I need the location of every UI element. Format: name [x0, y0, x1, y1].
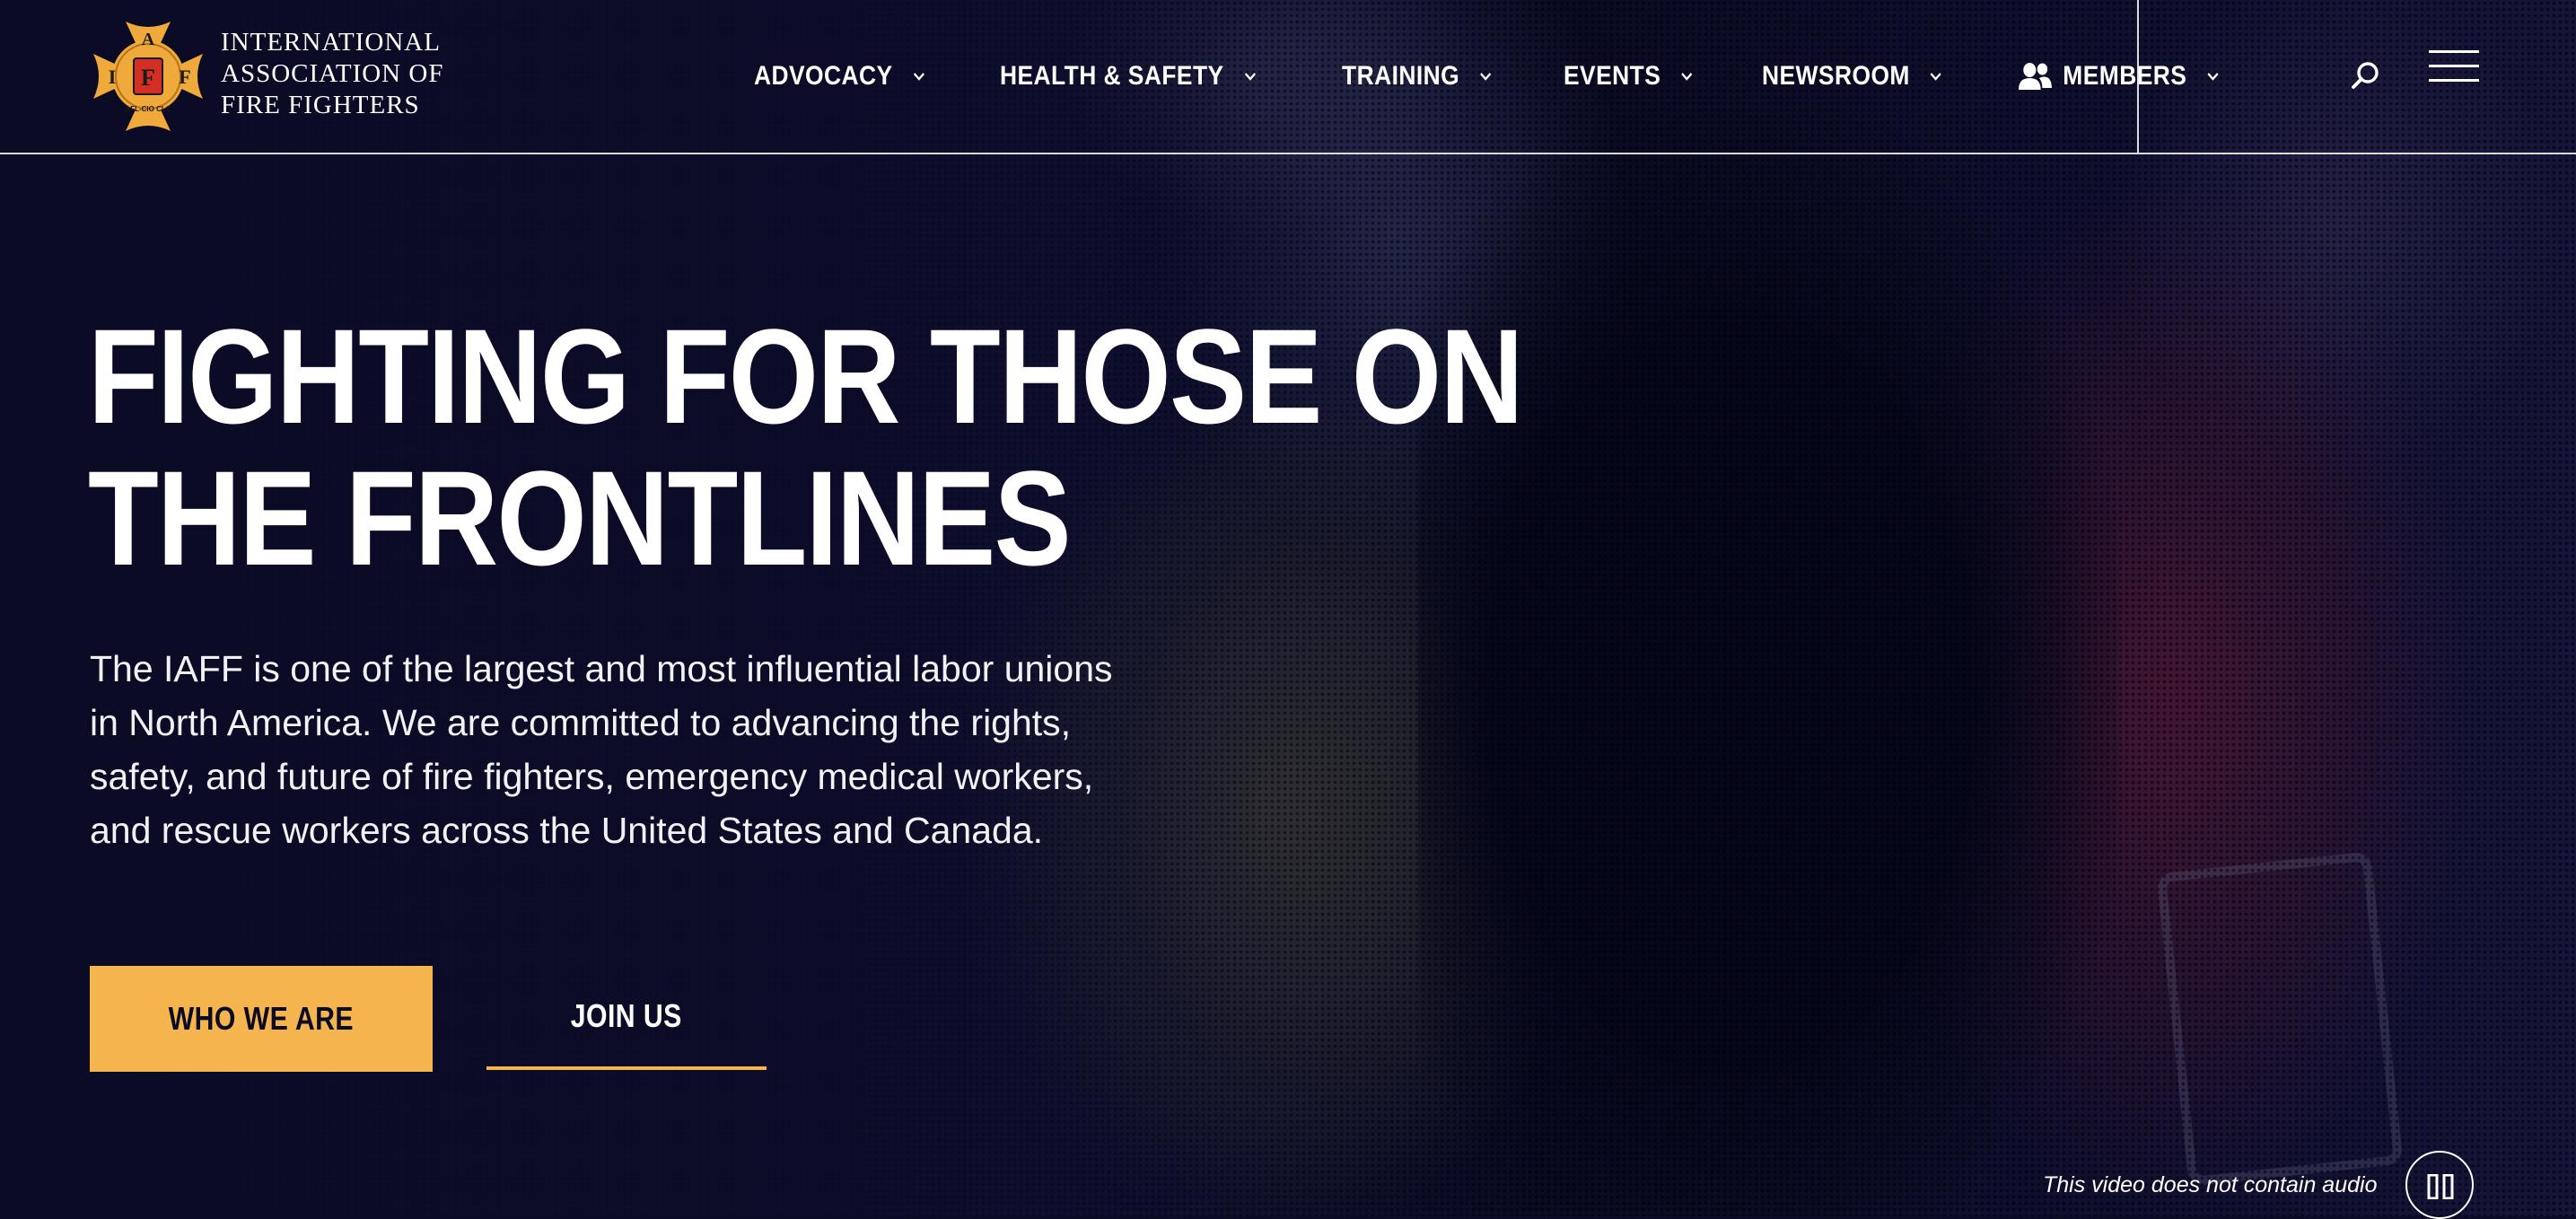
users-icon — [2018, 63, 2052, 90]
chevron-down-icon — [1681, 73, 1693, 81]
nav-item-label: EVENTS — [1564, 61, 1661, 91]
nav-item-events[interactable]: EVENTS — [1564, 61, 1694, 92]
chevron-down-icon — [913, 73, 924, 81]
iaff-logo-link[interactable]: A I F F AFL-CIO CLC INTERNATIONAL ASSOCI… — [90, 18, 449, 135]
header-divider — [2137, 0, 2139, 153]
logo-letter-center: F — [141, 65, 155, 91]
logo-letter-right: F — [179, 66, 190, 88]
button-label: WHO WE ARE — [168, 1000, 355, 1037]
nav-item-label: ADVOCACY — [754, 61, 893, 91]
nav-item-label: NEWSROOM — [1762, 61, 1911, 91]
main-navigation: ADVOCACY HEALTH & SAFETY TRAINING EVENTS… — [754, 0, 2298, 153]
logo-line: INTERNATIONAL — [221, 28, 441, 57]
hero-title-line: THE FRONTLINES — [88, 443, 1072, 593]
button-label: JOIN US — [571, 997, 682, 1034]
chevron-down-icon — [1931, 73, 1942, 81]
nav-item-label: HEALTH & SAFETY — [999, 61, 1224, 91]
logo-letter-bottom: AFL-CIO CLC — [125, 105, 171, 113]
pause-icon — [2427, 1174, 2454, 1199]
chevron-down-icon — [1480, 73, 1492, 81]
logo-line: FIRE FIGHTERS — [221, 91, 420, 119]
chevron-down-icon — [2206, 73, 2219, 81]
nav-item-label: MEMBERS — [2062, 61, 2186, 91]
hero-title: FIGHTING FOR THOSE ON THE FRONTLINES — [88, 301, 1524, 593]
hero-title-line: FIGHTING FOR THOSE ON — [88, 301, 1524, 452]
who-we-are-button[interactable]: WHO WE ARE — [90, 966, 433, 1072]
hero-description: The IAFF is one of the largest and most … — [90, 648, 1113, 851]
video-pause-button[interactable] — [2405, 1151, 2474, 1219]
nav-item-health-safety[interactable]: HEALTH & SAFETY — [1000, 61, 1257, 92]
logo-wordmark: INTERNATIONAL ASSOCIATION OF FIRE FIGHTE… — [221, 27, 443, 121]
logo-letter-top: A — [142, 30, 155, 49]
site-header: A I F F AFL-CIO CLC INTERNATIONAL ASSOCI… — [0, 0, 2576, 154]
search-icon — [2352, 62, 2379, 89]
hamburger-menu-button[interactable] — [2429, 50, 2479, 90]
join-us-button[interactable]: JOIN US — [486, 966, 767, 1070]
video-audio-note: This video does not contain audio — [2043, 1172, 2378, 1197]
logo-letter-left: I — [109, 66, 117, 88]
search-button[interactable] — [2346, 56, 2386, 95]
hamburger-menu-icon-bar — [2429, 50, 2479, 53]
hamburger-menu-icon-bar — [2429, 65, 2479, 67]
nav-item-training[interactable]: TRAINING — [1342, 61, 1493, 92]
logo-line: ASSOCIATION OF — [221, 59, 444, 88]
iaff-maltese-cross-logo: A I F F AFL-CIO CLC — [93, 22, 203, 131]
nav-item-members[interactable]: MEMBERS — [2018, 61, 2220, 92]
chevron-down-icon — [1244, 73, 1256, 81]
nav-item-advocacy[interactable]: ADVOCACY — [754, 61, 926, 92]
nav-item-newsroom[interactable]: NEWSROOM — [1762, 61, 1943, 92]
nav-item-label: TRAINING — [1342, 61, 1460, 91]
hamburger-menu-icon-bar — [2429, 79, 2479, 82]
